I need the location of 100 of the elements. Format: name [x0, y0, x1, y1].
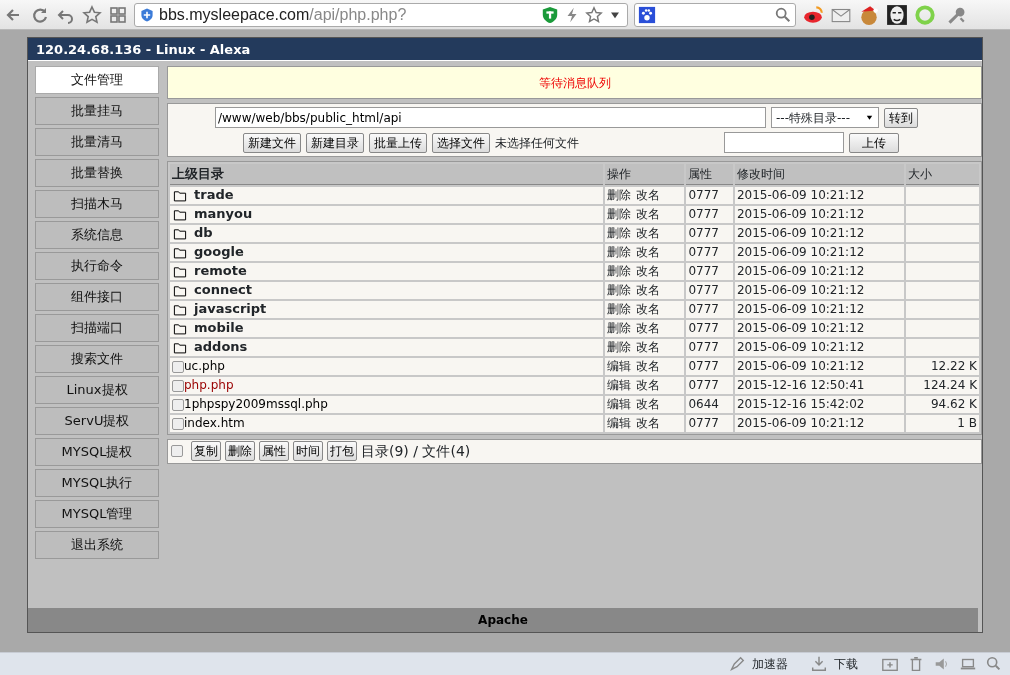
sidebar-item[interactable]: MYSQL提权 — [35, 438, 159, 466]
column-header[interactable]: 上级目录 — [170, 164, 604, 185]
action-link[interactable]: 删除 — [607, 321, 632, 335]
choose-file-button[interactable]: 选择文件 — [432, 132, 490, 153]
action-link[interactable]: 改名 — [636, 340, 661, 354]
table-cell: 0777 — [686, 243, 733, 261]
search-icon[interactable] — [774, 5, 792, 24]
folder-link[interactable]: db — [194, 225, 213, 240]
sidebar-item[interactable]: 系统信息 — [35, 221, 159, 249]
grid-icon[interactable] — [108, 4, 128, 25]
sidebar-item[interactable]: Linux提权 — [35, 376, 159, 404]
bulk-button[interactable]: 打包 — [327, 441, 357, 461]
bulk-button[interactable]: 时间 — [293, 441, 323, 461]
bulk-button[interactable]: 属性 — [259, 441, 289, 461]
folder-link[interactable]: google — [194, 244, 244, 259]
star-icon[interactable] — [585, 5, 603, 24]
select-all-checkbox[interactable] — [171, 445, 183, 457]
shield-icon[interactable] — [541, 5, 559, 24]
address-bar[interactable]: bbs.mysleepace.com/api/php.php? — [134, 2, 628, 27]
action-link[interactable]: 删除 — [607, 188, 632, 202]
sidebar-item[interactable]: 批量替换 — [35, 159, 159, 187]
action-link[interactable]: 删除 — [607, 245, 632, 259]
search-field[interactable] — [634, 2, 796, 27]
sidebar-item[interactable]: ServU提权 — [35, 407, 159, 435]
folder-link[interactable]: connect — [194, 282, 252, 297]
bulk-button[interactable]: 复制 — [191, 441, 221, 461]
folder-link[interactable]: mobile — [194, 320, 244, 335]
status-link[interactable]: 加速器 — [752, 655, 788, 673]
action-link[interactable]: 改名 — [636, 321, 661, 335]
folder-icon — [172, 264, 188, 279]
folder-link[interactable]: remote — [194, 263, 247, 278]
action-link[interactable]: 改名 — [636, 397, 661, 411]
table-cell: 0777 — [686, 357, 733, 375]
sidebar-item[interactable]: 文件管理 — [35, 66, 159, 94]
action-link[interactable]: 改名 — [636, 207, 661, 221]
file-link[interactable]: php.php — [184, 378, 234, 392]
folder-link[interactable]: javascript — [194, 301, 267, 316]
bulk-button[interactable]: 删除 — [225, 441, 255, 461]
action-link[interactable]: 改名 — [636, 283, 661, 297]
action-link[interactable]: 删除 — [607, 207, 632, 221]
action-link[interactable]: 编辑 — [607, 378, 632, 392]
action-link[interactable]: 改名 — [636, 359, 661, 373]
folder-link[interactable]: addons — [194, 339, 248, 354]
folder-link[interactable]: trade — [194, 187, 234, 202]
file-checkbox[interactable] — [172, 417, 184, 430]
table-cell: 2015-06-09 10:21:12 — [734, 357, 905, 375]
special-dir-select[interactable]: ---特殊目录--- — [771, 107, 879, 128]
action-button[interactable]: 新建目录 — [306, 132, 364, 153]
file-checkbox[interactable] — [172, 379, 184, 392]
table-cell: 2015-06-09 10:21:12 — [734, 300, 905, 318]
sidebar-item[interactable]: MYSQL管理 — [35, 500, 159, 528]
file-link[interactable]: index.htm — [184, 416, 245, 430]
action-button[interactable]: 批量上传 — [369, 132, 427, 153]
star-icon[interactable] — [82, 4, 102, 25]
table-cell: 0777 — [686, 186, 733, 204]
action-link[interactable]: 改名 — [636, 226, 661, 240]
mask-icon[interactable] — [886, 3, 908, 26]
action-link[interactable]: 删除 — [607, 264, 632, 278]
action-link[interactable]: 改名 — [636, 245, 661, 259]
folder-icon — [172, 245, 188, 260]
ring-icon[interactable] — [914, 3, 936, 26]
status-link[interactable]: 下载 — [834, 655, 858, 673]
folder-link[interactable]: manyou — [194, 206, 253, 221]
sidebar-item[interactable]: 扫描端口 — [35, 314, 159, 342]
action-link[interactable]: 改名 — [636, 188, 661, 202]
sidebar-item[interactable]: 批量清马 — [35, 128, 159, 156]
sidebar-item[interactable]: MYSQL执行 — [35, 469, 159, 497]
action-link[interactable]: 删除 — [607, 340, 632, 354]
action-link[interactable]: 编辑 — [607, 416, 632, 430]
action-link[interactable]: 改名 — [636, 302, 661, 316]
action-link[interactable]: 改名 — [636, 416, 661, 430]
action-link[interactable]: 改名 — [636, 264, 661, 278]
upload-field[interactable] — [724, 132, 844, 153]
action-button[interactable]: 新建文件 — [243, 132, 301, 153]
file-link[interactable]: uc.php — [184, 359, 225, 373]
sidebar-item[interactable]: 批量挂马 — [35, 97, 159, 125]
file-checkbox[interactable] — [172, 398, 184, 411]
sidebar-item[interactable]: 组件接口 — [35, 283, 159, 311]
sidebar-item[interactable]: 执行命令 — [35, 252, 159, 280]
download-icon[interactable] — [810, 655, 828, 673]
folder-icon — [172, 188, 188, 203]
table-cell: 0777 — [686, 262, 733, 280]
path-input[interactable]: /www/web/bbs/public_html/api — [215, 107, 766, 128]
action-link[interactable]: 编辑 — [607, 397, 632, 411]
table-cell: 0777 — [686, 224, 733, 242]
table-cell: 0777 — [686, 376, 733, 394]
sidebar-item[interactable]: 搜索文件 — [35, 345, 159, 373]
sidebar-item[interactable]: 扫描木马 — [35, 190, 159, 218]
action-link[interactable]: 编辑 — [607, 359, 632, 373]
action-link[interactable]: 删除 — [607, 302, 632, 316]
upload-button[interactable]: 上传 — [849, 132, 899, 153]
file-checkbox[interactable] — [172, 360, 184, 373]
shield-icon — [139, 6, 155, 23]
go-button[interactable]: 转到 — [884, 107, 918, 128]
eye-icon[interactable] — [802, 3, 824, 26]
action-link[interactable]: 删除 — [607, 226, 632, 240]
action-link[interactable]: 改名 — [636, 378, 661, 392]
sidebar-item[interactable]: 退出系统 — [35, 531, 159, 559]
action-link[interactable]: 删除 — [607, 283, 632, 297]
table-cell: 2015-06-09 10:21:12 — [734, 224, 905, 242]
